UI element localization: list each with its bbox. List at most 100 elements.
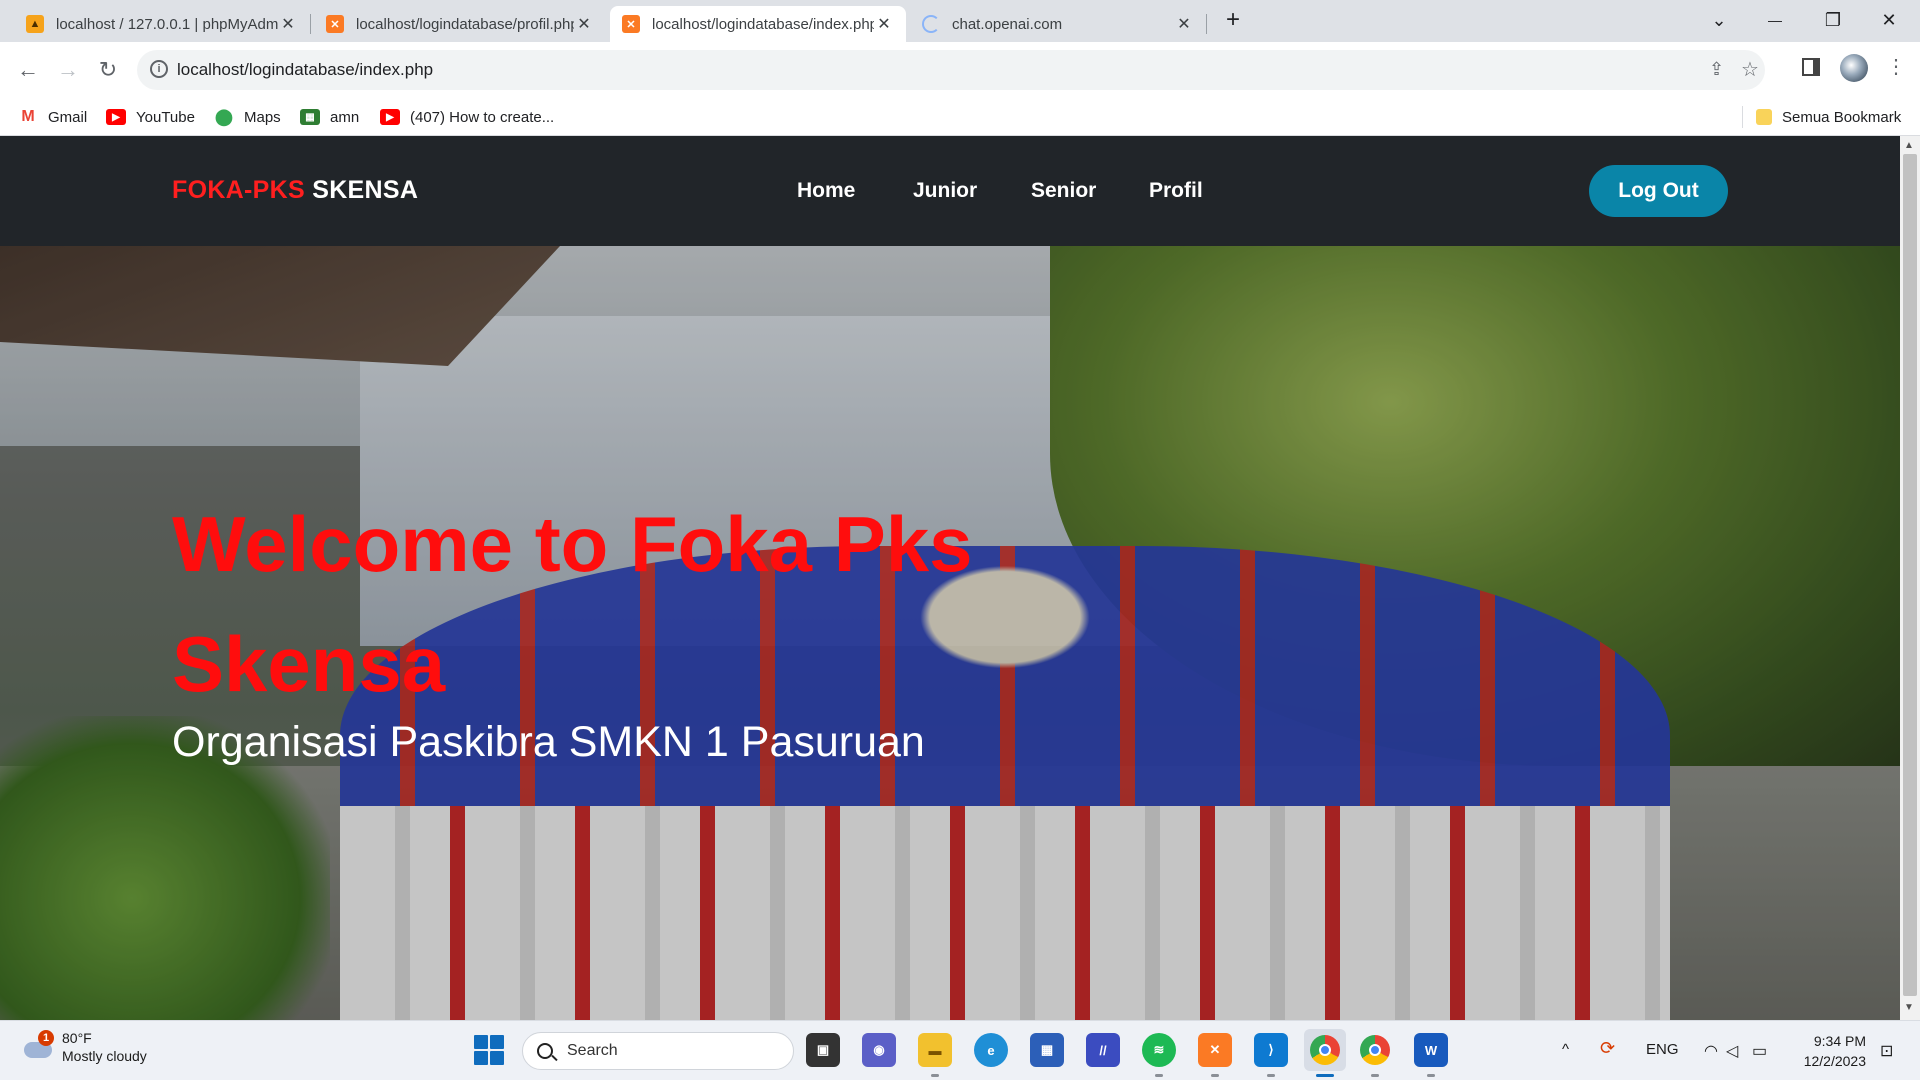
phpmyadmin-icon: ▲: [26, 15, 44, 33]
new-tab-button[interactable]: +: [1210, 6, 1256, 34]
gmail-icon: M: [21, 108, 35, 125]
weather-cloud-icon: 1: [22, 1030, 54, 1062]
close-tab-icon[interactable]: ✕: [278, 14, 298, 34]
file-explorer-icon[interactable]: ▬: [918, 1033, 952, 1067]
close-tab-icon[interactable]: ✕: [1174, 14, 1194, 34]
nav-senior[interactable]: Senior: [1031, 179, 1096, 203]
tab-title: localhost/logindatabase/profil.php: [356, 15, 574, 33]
hero-section: Welcome to Foka Pks Skensa Organisasi Pa…: [0, 246, 1900, 1020]
chrome-icon: [1360, 1035, 1390, 1065]
chrome-active-wrapper[interactable]: [1304, 1029, 1346, 1071]
forward-icon[interactable]: →: [52, 54, 84, 86]
scroll-up-icon[interactable]: ▲: [1904, 140, 1914, 151]
chrome-icon: [1310, 1035, 1340, 1065]
tab-separator: [310, 14, 311, 34]
running-indicator: [1155, 1074, 1163, 1077]
tab-title: localhost / 127.0.0.1 | phpMyAdmin: [56, 15, 278, 33]
hero-subtitle: Organisasi Paskibra SMKN 1 Pasuruan: [172, 718, 925, 766]
clock-time: 9:34 PM: [1813, 1033, 1866, 1049]
weather-temp: 80°F: [62, 1030, 92, 1046]
all-bookmarks-folder[interactable]: Semua Bookmark: [1756, 106, 1901, 128]
browser-tab-strip: ▲ localhost / 127.0.0.1 | phpMyAdmin ✕ ✕…: [0, 0, 1920, 42]
spotify-icon[interactable]: ≋: [1142, 1033, 1176, 1067]
clock-date: 12/2/2023: [1803, 1053, 1866, 1069]
show-hidden-icons[interactable]: ^: [1562, 1041, 1569, 1058]
app-icon[interactable]: //: [1086, 1033, 1120, 1067]
active-indicator: [1316, 1074, 1334, 1077]
tab-index[interactable]: ✕ localhost/logindatabase/index.php ✕: [610, 6, 906, 42]
task-view-icon[interactable]: ▣: [806, 1033, 840, 1067]
edge-icon[interactable]: e: [974, 1033, 1008, 1067]
back-icon[interactable]: ←: [12, 54, 44, 86]
clock[interactable]: 9:34 PM 12/2/2023: [1790, 1031, 1866, 1071]
bookmark-amn[interactable]: ▦ amn: [300, 106, 359, 128]
site-info-icon[interactable]: i: [150, 60, 168, 78]
side-panel-icon[interactable]: [1802, 58, 1820, 76]
tab-search-button[interactable]: ⌄: [1696, 6, 1742, 34]
address-bar[interactable]: i localhost/logindatabase/index.php ⇪ ☆: [137, 50, 1765, 90]
scroll-down-icon[interactable]: ▼: [1904, 1002, 1914, 1013]
bookmark-youtube-video[interactable]: ▶ (407) How to create...: [380, 106, 554, 128]
bookmark-gmail[interactable]: M Gmail: [18, 106, 87, 128]
meet-icon[interactable]: ◉: [862, 1033, 896, 1067]
start-button[interactable]: [474, 1035, 504, 1065]
running-indicator: [1371, 1074, 1379, 1077]
xampp-icon: ✕: [622, 15, 640, 33]
tab-profil[interactable]: ✕ localhost/logindatabase/profil.php ✕: [314, 6, 606, 42]
word-icon[interactable]: W: [1414, 1033, 1448, 1067]
brand-white-text: SKENSA: [312, 176, 419, 204]
taskbar-search[interactable]: Search: [522, 1032, 794, 1070]
bookmark-label: Gmail: [48, 108, 88, 126]
volume-icon[interactable]: ◁: [1726, 1041, 1738, 1061]
restore-button[interactable]: ❐: [1810, 6, 1856, 34]
site-brand[interactable]: FOKA-PKS SKENSA: [172, 176, 418, 205]
running-indicator: [1427, 1074, 1435, 1077]
amn-icon: ▦: [300, 109, 320, 125]
bookmark-youtube[interactable]: ▶ YouTube: [106, 106, 195, 128]
nav-profil[interactable]: Profil: [1149, 179, 1203, 203]
weather-widget[interactable]: 1 80°F Mostly cloudy: [22, 1029, 147, 1065]
chrome-profile-2[interactable]: [1358, 1033, 1392, 1067]
folder-icon: [1756, 109, 1772, 125]
page-scrollbar[interactable]: ▲ ▼: [1900, 136, 1920, 1020]
store-icon[interactable]: ▦: [1030, 1033, 1064, 1067]
bookmark-label: amn: [330, 108, 360, 126]
weather-desc: Mostly cloudy: [62, 1048, 147, 1064]
xampp-icon: ✕: [326, 15, 344, 33]
tab-chatgpt[interactable]: chat.openai.com ✕: [910, 6, 1206, 42]
search-icon: [537, 1043, 553, 1059]
scrollbar-thumb[interactable]: [1903, 154, 1917, 996]
brand-red-text: FOKA-PKS: [172, 176, 305, 204]
vscode-icon[interactable]: ⟩: [1254, 1033, 1288, 1067]
close-tab-icon[interactable]: ✕: [874, 14, 894, 34]
browser-toolbar: ← → ↻ i localhost/logindatabase/index.ph…: [0, 42, 1920, 98]
language-indicator[interactable]: ENG: [1646, 1041, 1679, 1058]
profile-avatar[interactable]: [1840, 54, 1868, 82]
close-window-button[interactable]: ✕: [1866, 6, 1912, 34]
nav-junior[interactable]: Junior: [913, 179, 977, 203]
bookmark-label: (407) How to create...: [410, 108, 555, 126]
battery-icon[interactable]: ▭: [1752, 1041, 1767, 1061]
share-icon[interactable]: ⇪: [1709, 59, 1724, 80]
web-page: FOKA-PKS SKENSA Home Junior Senior Profi…: [0, 136, 1900, 1020]
search-placeholder: Search: [567, 1042, 618, 1059]
reload-icon[interactable]: ↻: [92, 54, 124, 86]
logout-button[interactable]: Log Out: [1589, 165, 1728, 217]
minimize-button[interactable]: —: [1752, 6, 1798, 34]
tab-phpmyadmin[interactable]: ▲ localhost / 127.0.0.1 | phpMyAdmin ✕: [14, 6, 310, 42]
notification-icon[interactable]: ⊡: [1880, 1041, 1893, 1061]
bookmark-maps[interactable]: ⬤ Maps: [214, 106, 281, 128]
loading-icon: [922, 15, 940, 33]
wifi-icon[interactable]: ◠: [1704, 1041, 1718, 1061]
sync-icon[interactable]: ⟳: [1600, 1038, 1615, 1059]
bookmark-divider: [1742, 106, 1743, 128]
bookmark-star-icon[interactable]: ☆: [1741, 57, 1759, 82]
tab-title: chat.openai.com: [952, 15, 1063, 33]
menu-kebab-icon[interactable]: ⋮: [1886, 54, 1906, 79]
youtube-icon: ▶: [380, 109, 400, 125]
running-indicator: [931, 1074, 939, 1077]
nav-home[interactable]: Home: [797, 179, 855, 203]
xampp-icon[interactable]: ✕: [1198, 1033, 1232, 1067]
close-tab-icon[interactable]: ✕: [574, 14, 594, 34]
address-url: localhost/logindatabase/index.php: [177, 60, 434, 79]
